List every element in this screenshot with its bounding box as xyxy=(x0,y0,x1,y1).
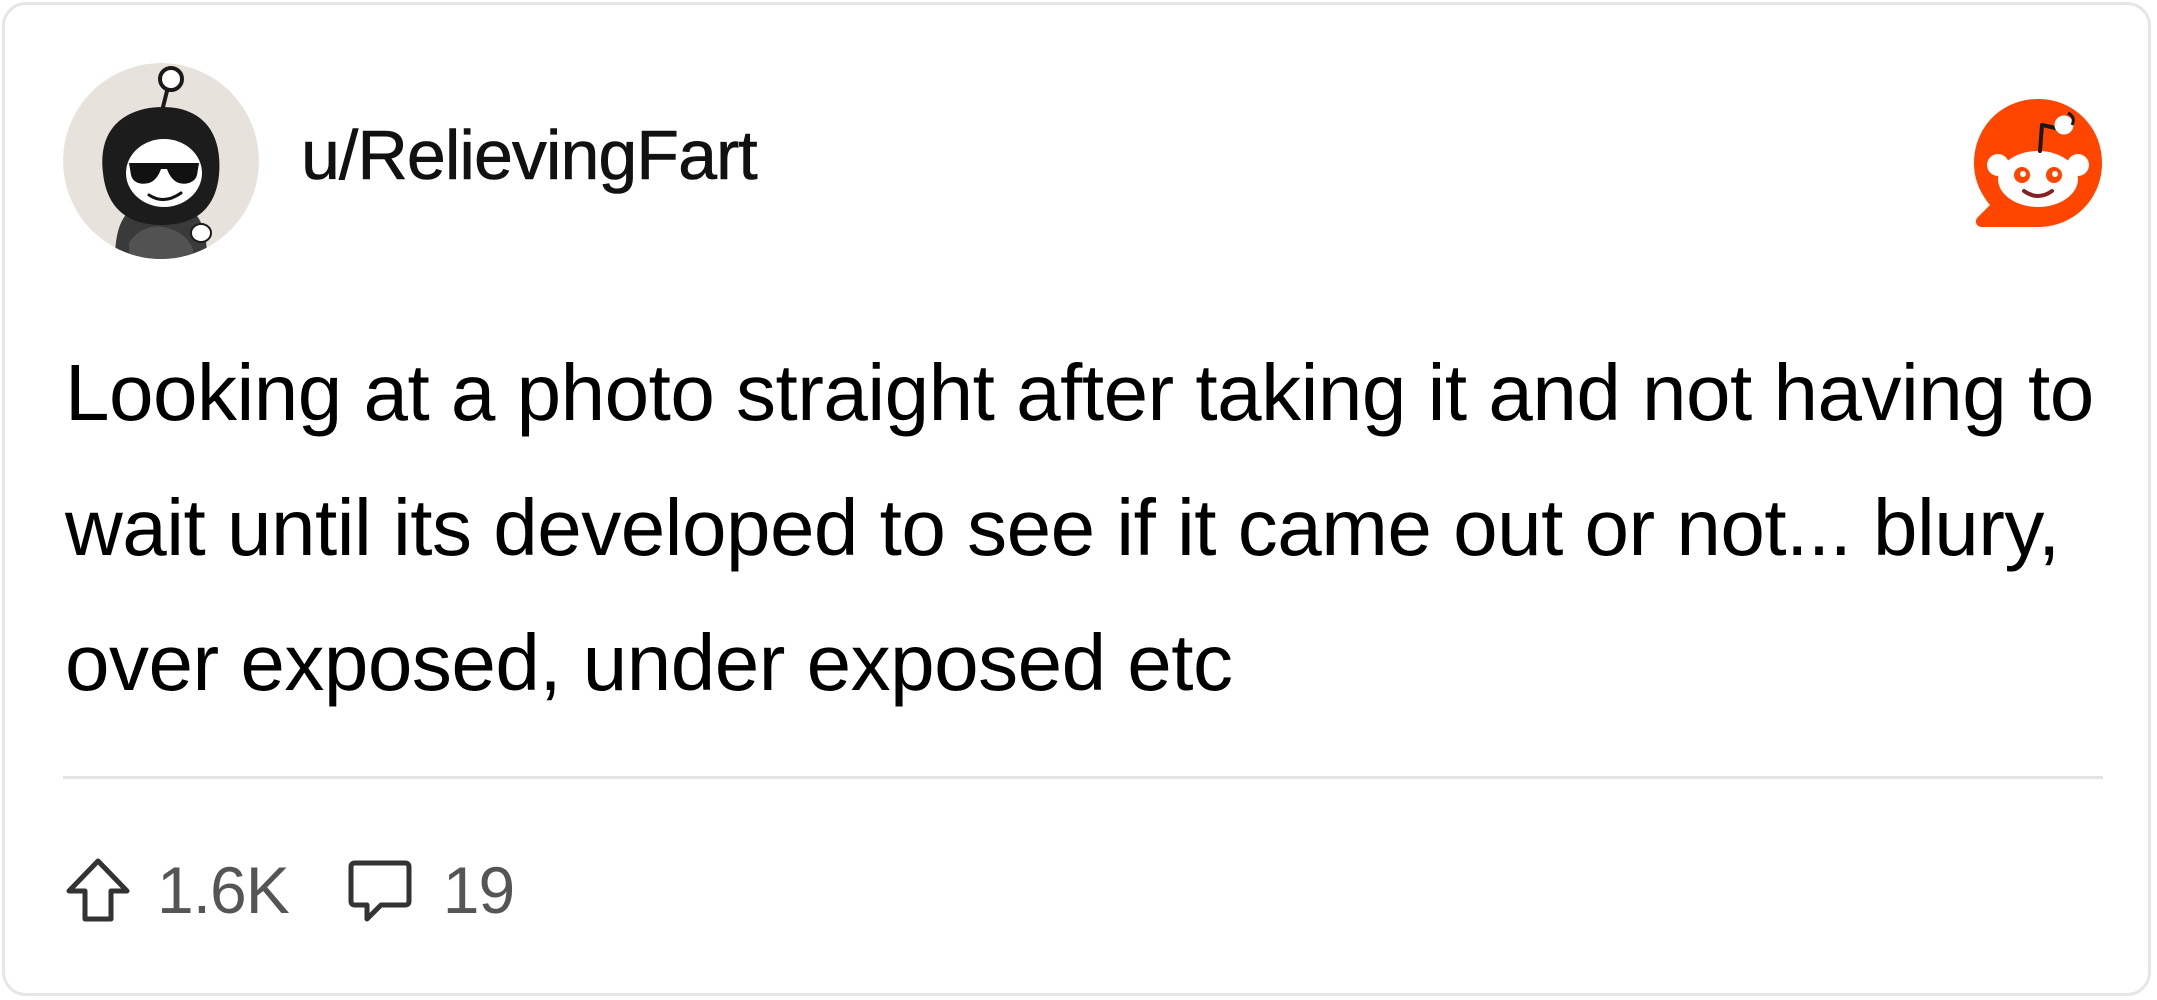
reddit-logo-icon xyxy=(1968,95,2108,235)
post-username[interactable]: u/RelievingFart xyxy=(301,115,758,195)
upvote-count: 1.6K xyxy=(157,853,290,927)
snoo-avatar-icon xyxy=(63,63,259,259)
arrow-up-icon[interactable] xyxy=(63,855,133,925)
post-actions: 1.6K 19 xyxy=(63,850,515,930)
user-avatar[interactable] xyxy=(63,63,259,259)
comment-count: 19 xyxy=(442,853,515,927)
post-card: u/RelievingFart Looking at a photo strai… xyxy=(2,2,2151,996)
speech-bubble-icon[interactable] xyxy=(345,855,415,925)
post-body: Looking at a photo straight after taking… xyxy=(65,348,2094,707)
divider xyxy=(63,776,2103,779)
